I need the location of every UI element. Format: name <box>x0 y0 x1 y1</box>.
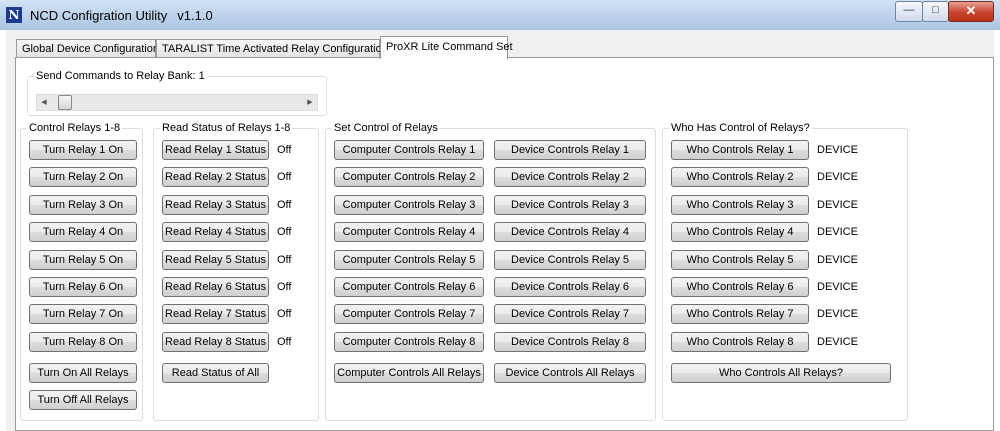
read-relay-8-status-button[interactable]: Read Relay 8 Status <box>162 331 269 352</box>
turn-relay-4-on-button[interactable]: Turn Relay 4 On <box>29 222 137 243</box>
set-control-title: Set Control of Relays <box>332 121 440 135</box>
read-relay-7-status-button[interactable]: Read Relay 7 Status <box>162 304 269 325</box>
relay-8-status-value: Off <box>277 335 292 348</box>
computer-controls-all-button[interactable]: Computer Controls All Relays <box>334 363 484 383</box>
who-controls-title: Who Has Control of Relays? <box>669 121 812 135</box>
scroll-left-arrow-icon[interactable]: ◀ <box>37 95 51 110</box>
relay-8-controller-value: DEVICE <box>817 335 858 348</box>
turn-off-all-relays-button[interactable]: Turn Off All Relays <box>29 390 137 410</box>
read-relay-1-status-button[interactable]: Read Relay 1 Status <box>162 140 269 160</box>
computer-controls-relay-8-button[interactable]: Computer Controls Relay 8 <box>334 331 484 352</box>
device-controls-all-button[interactable]: Device Controls All Relays <box>494 363 646 383</box>
turn-relay-8-on-button[interactable]: Turn Relay 8 On <box>29 331 137 352</box>
read-status-title: Read Status of Relays 1-8 <box>160 121 293 135</box>
close-button[interactable]: ✕ <box>948 1 994 22</box>
relay-bank-title: Send Commands to Relay Bank: 1 <box>34 69 207 83</box>
relay-1-status-value: Off <box>277 144 292 156</box>
control-relays-title: Control Relays 1-8 <box>27 121 123 135</box>
relay-5-status-value: Off <box>277 253 292 266</box>
computer-controls-relay-5-button[interactable]: Computer Controls Relay 5 <box>334 249 484 270</box>
who-controls-relay-3-button[interactable]: Who Controls Relay 3 <box>671 194 809 215</box>
relay-5-controller-value: DEVICE <box>817 253 858 266</box>
relay-2-status-value: Off <box>277 171 292 184</box>
computer-controls-relay-7-button[interactable]: Computer Controls Relay 7 <box>334 304 484 325</box>
relay-3-status-value: Off <box>277 198 292 211</box>
device-controls-relay-5-button[interactable]: Device Controls Relay 5 <box>494 249 646 270</box>
scroll-right-arrow-icon[interactable]: ▶ <box>303 95 317 110</box>
turn-relay-5-on-button[interactable]: Turn Relay 5 On <box>29 249 137 270</box>
tab-page: Send Commands to Relay Bank: 1 ◀ ▶ Contr… <box>15 57 994 431</box>
relay-6-status-value: Off <box>277 281 292 293</box>
turn-relay-3-on-button[interactable]: Turn Relay 3 On <box>29 194 137 215</box>
who-controls-relay-7-button[interactable]: Who Controls Relay 7 <box>671 304 809 325</box>
device-controls-relay-3-button[interactable]: Device Controls Relay 3 <box>494 194 646 215</box>
computer-controls-relay-2-button[interactable]: Computer Controls Relay 2 <box>334 167 484 188</box>
control-relays-group: Control Relays 1-8 Turn Relay 1 On Turn R… <box>20 121 143 421</box>
device-controls-relay-7-button[interactable]: Device Controls Relay 7 <box>494 304 646 325</box>
turn-relay-2-on-button[interactable]: Turn Relay 2 On <box>29 167 137 188</box>
who-controls-group: Who Has Control of Relays? Who Controls … <box>662 121 908 421</box>
relay-4-status-value: Off <box>277 226 292 239</box>
who-controls-relay-4-button[interactable]: Who Controls Relay 4 <box>671 222 809 243</box>
tab-global-device-configuration[interactable]: Global Device Configuration <box>16 39 159 57</box>
read-relay-5-status-button[interactable]: Read Relay 5 Status <box>162 249 269 270</box>
relay-bank-scrollbar[interactable]: ◀ ▶ <box>36 94 318 111</box>
turn-relay-6-on-button[interactable]: Turn Relay 6 On <box>29 277 137 297</box>
relay-3-controller-value: DEVICE <box>817 198 858 211</box>
device-controls-relay-6-button[interactable]: Device Controls Relay 6 <box>494 277 646 297</box>
turn-on-all-relays-button[interactable]: Turn On All Relays <box>29 363 137 383</box>
turn-relay-7-on-button[interactable]: Turn Relay 7 On <box>29 304 137 325</box>
set-control-group: Set Control of Relays Computer Controls … <box>325 121 656 421</box>
device-controls-relay-4-button[interactable]: Device Controls Relay 4 <box>494 222 646 243</box>
relay-2-controller-value: DEVICE <box>817 171 858 184</box>
device-controls-relay-2-button[interactable]: Device Controls Relay 2 <box>494 167 646 188</box>
relay-7-status-value: Off <box>277 308 292 321</box>
who-controls-relay-1-button[interactable]: Who Controls Relay 1 <box>671 140 809 160</box>
who-controls-relay-6-button[interactable]: Who Controls Relay 6 <box>671 277 809 297</box>
computer-controls-relay-4-button[interactable]: Computer Controls Relay 4 <box>334 222 484 243</box>
read-relay-6-status-button[interactable]: Read Relay 6 Status <box>162 277 269 297</box>
window-title: NCD Configration Utility v1.1.0 <box>30 8 213 23</box>
tab-proxr-lite-command-set[interactable]: ProXR Lite Command Set <box>380 36 513 59</box>
maximize-button[interactable]: □ <box>922 1 949 22</box>
relay-7-controller-value: DEVICE <box>817 308 858 321</box>
window-title-text: NCD Configration Utility <box>30 8 168 23</box>
computer-controls-relay-6-button[interactable]: Computer Controls Relay 6 <box>334 277 484 297</box>
read-status-group: Read Status of Relays 1-8 Read Relay 1 S… <box>153 121 319 421</box>
who-controls-relay-2-button[interactable]: Who Controls Relay 2 <box>671 167 809 188</box>
device-controls-relay-8-button[interactable]: Device Controls Relay 8 <box>494 331 646 352</box>
relay-1-controller-value: DEVICE <box>817 144 858 156</box>
device-controls-relay-1-button[interactable]: Device Controls Relay 1 <box>494 140 646 160</box>
who-controls-relay-8-button[interactable]: Who Controls Relay 8 <box>671 331 809 352</box>
title-bar: N NCD Configration Utility v1.1.0 — □ ✕ <box>0 0 1000 30</box>
computer-controls-relay-3-button[interactable]: Computer Controls Relay 3 <box>334 194 484 215</box>
app-logo-icon: N <box>6 7 22 23</box>
read-relay-2-status-button[interactable]: Read Relay 2 Status <box>162 167 269 188</box>
read-relay-3-status-button[interactable]: Read Relay 3 Status <box>162 194 269 215</box>
relay-6-controller-value: DEVICE <box>817 281 858 293</box>
window-version: v1.1.0 <box>177 8 213 23</box>
relay-4-controller-value: DEVICE <box>817 226 858 239</box>
minimize-button[interactable]: — <box>895 1 923 22</box>
who-controls-relay-5-button[interactable]: Who Controls Relay 5 <box>671 249 809 270</box>
scroll-thumb[interactable] <box>58 95 72 110</box>
read-status-all-button[interactable]: Read Status of All <box>162 363 269 383</box>
window-client: Global Device Configuration TARALIST Tim… <box>6 30 994 431</box>
tab-taralist-configuration[interactable]: TARALIST Time Activated Relay Configurat… <box>156 39 388 57</box>
relay-bank-group: Send Commands to Relay Bank: 1 ◀ ▶ <box>27 69 327 116</box>
read-relay-4-status-button[interactable]: Read Relay 4 Status <box>162 222 269 243</box>
who-controls-all-button[interactable]: Who Controls All Relays? <box>671 363 891 383</box>
computer-controls-relay-1-button[interactable]: Computer Controls Relay 1 <box>334 140 484 160</box>
turn-relay-1-on-button[interactable]: Turn Relay 1 On <box>29 140 137 160</box>
